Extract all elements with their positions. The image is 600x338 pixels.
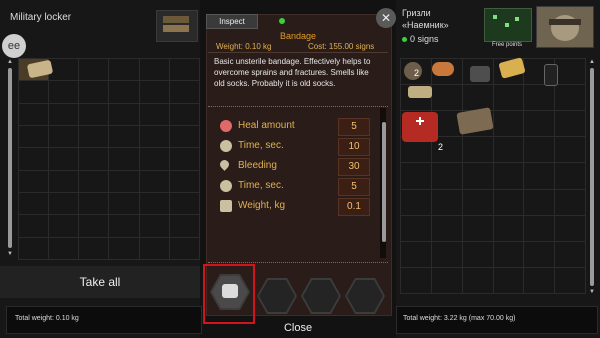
stat-value: 0.1 bbox=[338, 198, 370, 216]
stat-label: Heal amount bbox=[238, 120, 295, 131]
left-total-weight: Total weight: 0.10 kg bbox=[15, 315, 79, 322]
close-icon[interactable]: ✕ bbox=[376, 8, 396, 28]
character-name: Гризли bbox=[402, 8, 431, 18]
item-weight: Weight: 0.10 kg bbox=[216, 42, 272, 51]
left-weight-bar: Total weight: 0.10 kg bbox=[6, 306, 202, 334]
ee-badge-icon[interactable]: ee bbox=[2, 34, 26, 58]
close-label: Close bbox=[283, 322, 313, 334]
scroll-down-arrow[interactable]: ▼ bbox=[588, 288, 596, 296]
locker-icon bbox=[156, 10, 198, 42]
stat-row-heal: Heal amount 5 bbox=[220, 118, 370, 136]
stat-value: 30 bbox=[338, 158, 370, 176]
right-scrollbar[interactable]: ▲ ▼ bbox=[588, 58, 596, 296]
header-divider bbox=[208, 52, 388, 53]
medkit-item-icon[interactable] bbox=[402, 112, 438, 142]
weight-icon bbox=[220, 200, 232, 212]
tab-inspect-label: Inspect bbox=[219, 17, 245, 26]
slots-divider bbox=[208, 262, 388, 263]
signs-balance: 0 signs bbox=[410, 34, 439, 44]
stat-row-time-heal: Time, sec. 10 bbox=[220, 138, 370, 156]
stat-value: 5 bbox=[338, 118, 370, 136]
tab-inspect[interactable]: Inspect bbox=[206, 14, 258, 29]
bandage-pack-item-icon[interactable] bbox=[408, 86, 432, 98]
stat-label: Time, sec. bbox=[238, 180, 284, 191]
stat-label: Bleeding bbox=[238, 160, 277, 171]
stat-row-bleeding: Bleeding 30 bbox=[218, 158, 370, 176]
stat-row-weight: Weight, kg 0.1 bbox=[220, 198, 370, 216]
scroll-thumb[interactable] bbox=[590, 68, 594, 286]
close-button[interactable]: Close bbox=[206, 318, 390, 338]
blood-drop-icon bbox=[218, 158, 231, 171]
scroll-thumb[interactable] bbox=[8, 68, 12, 248]
item-name: Bandage bbox=[280, 31, 317, 41]
avatar[interactable] bbox=[536, 6, 594, 48]
scroll-down-arrow[interactable]: ▼ bbox=[6, 250, 14, 258]
heal-icon bbox=[220, 120, 232, 132]
item-description: Basic unsterile bandage. Effectively hel… bbox=[214, 57, 371, 88]
item-cost: Cost: 155.00 signs bbox=[308, 42, 375, 51]
item-count: 2 bbox=[438, 142, 444, 152]
take-all-button[interactable]: Take all bbox=[0, 266, 200, 298]
clock-icon bbox=[220, 140, 232, 152]
scroll-thumb[interactable] bbox=[382, 122, 386, 242]
free-points-label: Free points bbox=[492, 42, 523, 48]
can-item-icon[interactable] bbox=[544, 64, 558, 86]
scroll-up-arrow[interactable]: ▲ bbox=[6, 58, 14, 66]
signs-green-dot bbox=[402, 37, 407, 42]
status-green-dot bbox=[279, 18, 285, 24]
take-all-label: Take all bbox=[79, 275, 121, 289]
left-panel: Military locker ee ▲ ▼ Take all Total we… bbox=[0, 0, 202, 338]
description-divider bbox=[208, 106, 388, 107]
right-total-weight: Total weight: 3.22 kg (max 70.00 kg) bbox=[403, 315, 516, 322]
left-scrollbar[interactable]: ▲ ▼ bbox=[6, 58, 14, 260]
use-slot-highlight bbox=[203, 264, 255, 324]
bread-item-icon[interactable] bbox=[432, 62, 454, 76]
toolkit-item-icon[interactable] bbox=[470, 66, 490, 82]
character-rank: «Наемник» bbox=[402, 20, 449, 30]
center-scrollbar[interactable] bbox=[380, 108, 386, 258]
item-count: 2 bbox=[414, 68, 420, 78]
canned-food-item-icon[interactable] bbox=[404, 62, 422, 80]
right-panel: Гризли «Наемник» 0 signs Free points ▲ ▼… bbox=[396, 0, 600, 338]
scroll-up-arrow[interactable]: ▲ bbox=[588, 58, 596, 66]
stat-label: Weight, kg bbox=[238, 200, 286, 211]
stat-row-time-bleeding: Time, sec. 5 bbox=[220, 178, 370, 196]
stat-value: 5 bbox=[338, 178, 370, 196]
right-weight-bar: Total weight: 3.22 kg (max 70.00 kg) bbox=[396, 306, 598, 334]
skills-map-icon[interactable] bbox=[484, 8, 532, 42]
locker-grid[interactable] bbox=[18, 58, 200, 260]
stat-label: Time, sec. bbox=[238, 140, 284, 151]
locker-title: Military locker bbox=[10, 12, 72, 23]
clock-icon bbox=[220, 180, 232, 192]
stat-value: 10 bbox=[338, 138, 370, 156]
